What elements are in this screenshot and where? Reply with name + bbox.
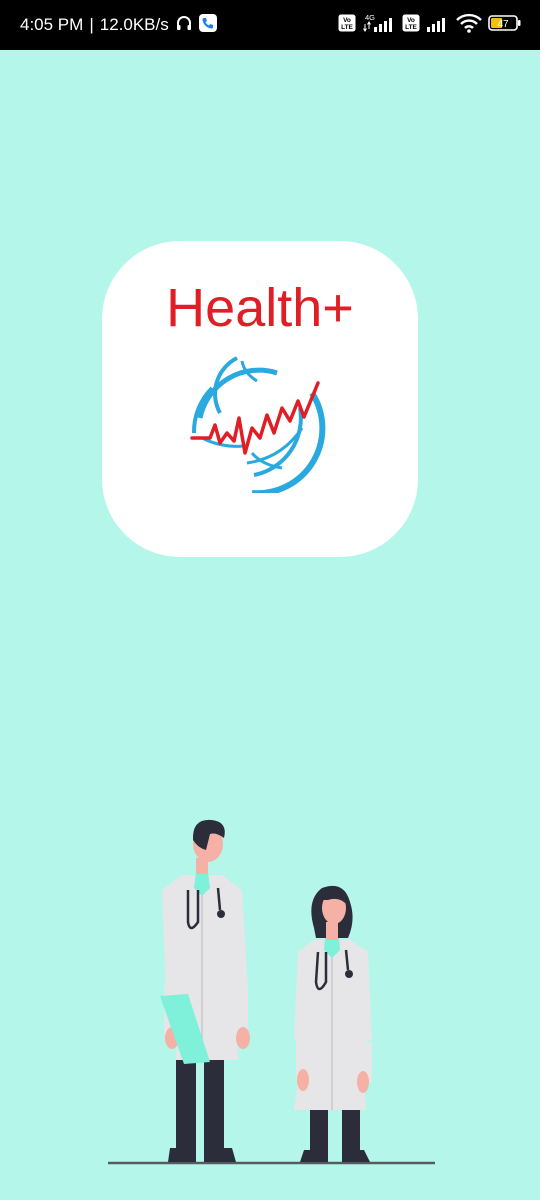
globe-heartbeat-icon bbox=[190, 356, 326, 493]
status-bar: 4:05 PM | 12.0KB/s Vo LTE 4G Vo LTE 47 bbox=[0, 0, 540, 50]
headset-icon bbox=[175, 14, 193, 37]
wifi-icon bbox=[456, 13, 482, 38]
male-doctor bbox=[160, 819, 250, 1162]
network-speed: 12.0KB/s bbox=[99, 15, 169, 34]
battery-level: 47 bbox=[497, 19, 509, 30]
status-left: 4:05 PM | 12.0KB/s bbox=[20, 13, 217, 37]
status-time: 4:05 PM bbox=[20, 15, 84, 34]
svg-text:4G: 4G bbox=[365, 13, 375, 22]
svg-text:Vo: Vo bbox=[407, 17, 415, 24]
doctors-illustration bbox=[108, 819, 435, 1165]
battery-icon: 47 bbox=[488, 14, 522, 37]
svg-text:Vo: Vo bbox=[343, 17, 351, 24]
app-logo: Health+ bbox=[102, 241, 418, 557]
volte-icon: Vo LTE bbox=[338, 14, 356, 37]
logo-title: Health+ bbox=[166, 278, 354, 338]
volte-icon-2: Vo LTE bbox=[402, 14, 420, 37]
phone-call-icon bbox=[198, 13, 217, 37]
signal-4g-icon: 4G bbox=[362, 13, 396, 38]
status-separator: | bbox=[89, 15, 94, 34]
svg-text:LTE: LTE bbox=[341, 24, 353, 31]
signal-icon bbox=[426, 13, 450, 38]
splash-screen: Health+ bbox=[0, 50, 540, 1200]
status-right: Vo LTE 4G Vo LTE 47 bbox=[338, 13, 522, 38]
svg-text:LTE: LTE bbox=[405, 24, 417, 31]
female-doctor bbox=[294, 885, 372, 1162]
